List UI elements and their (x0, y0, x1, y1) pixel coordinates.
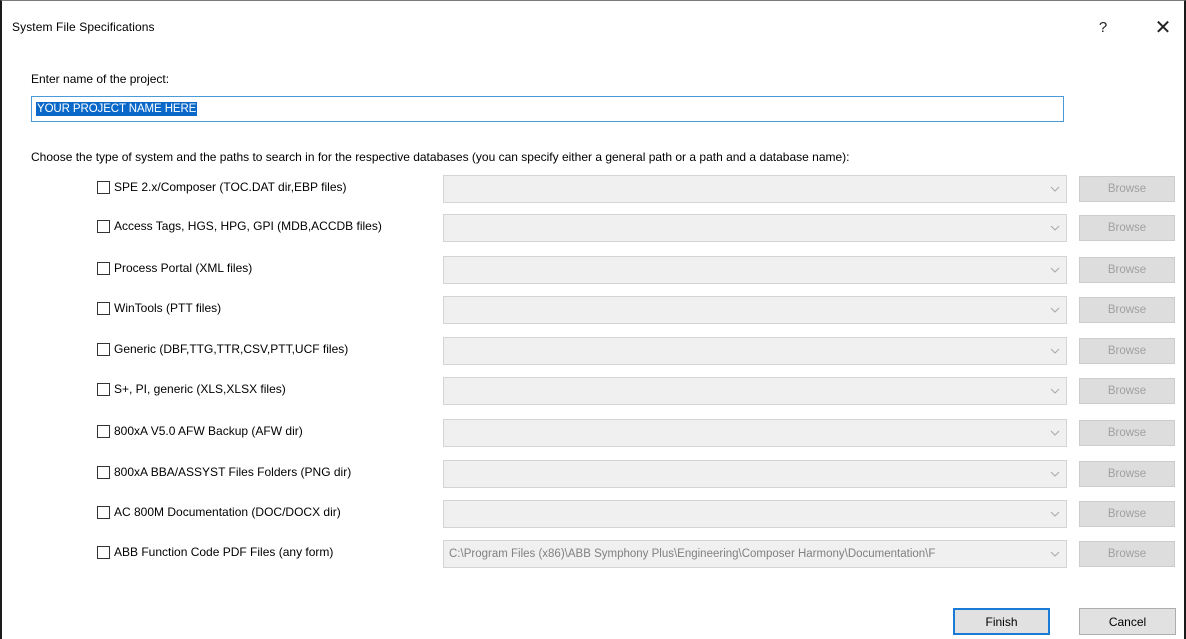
system-label: ABB Function Code PDF Files (any form) (114, 545, 334, 559)
close-icon: ✕ (1154, 16, 1172, 39)
path-combobox[interactable] (443, 296, 1067, 324)
browse-button[interactable]: Browse (1079, 501, 1175, 527)
system-row: 800xA BBA/ASSYST Files Folders (PNG dir)… (2, 460, 1186, 488)
cancel-button[interactable]: Cancel (1079, 608, 1176, 635)
chevron-down-icon[interactable] (1044, 297, 1066, 323)
help-icon: ? (1098, 18, 1108, 36)
system-row: ABB Function Code PDF Files (any form) C… (2, 540, 1186, 568)
system-checkbox[interactable]: Access Tags, HGS, HPG, GPI (MDB,ACCDB fi… (97, 219, 382, 233)
system-row: AC 800M Documentation (DOC/DOCX dir) Bro… (2, 500, 1186, 528)
checkbox-box[interactable] (97, 424, 110, 438)
browse-button[interactable]: Browse (1079, 297, 1175, 323)
path-combobox[interactable] (443, 500, 1067, 528)
system-row: S+, PI, generic (XLS,XLSX files) Browse (2, 377, 1186, 405)
checkbox-box[interactable] (97, 545, 110, 559)
system-checkbox[interactable]: SPE 2.x/Composer (TOC.DAT dir,EBP files) (97, 180, 347, 194)
path-combobox[interactable] (443, 214, 1067, 242)
chevron-down-icon[interactable] (1044, 176, 1066, 202)
project-name-label: Enter name of the project: (31, 72, 170, 86)
browse-button[interactable]: Browse (1079, 338, 1175, 364)
system-label: WinTools (PTT files) (114, 301, 222, 315)
browse-button[interactable]: Browse (1079, 215, 1175, 241)
system-row: 800xA V5.0 AFW Backup (AFW dir) Browse (2, 419, 1186, 447)
path-combobox[interactable] (443, 460, 1067, 488)
browse-button[interactable]: Browse (1079, 257, 1175, 283)
chevron-down-icon[interactable] (1044, 461, 1066, 487)
system-row: Generic (DBF,TTG,TTR,CSV,PTT,UCF files) … (2, 337, 1186, 365)
system-checkbox[interactable]: Process Portal (XML files) (97, 261, 252, 275)
system-checkbox[interactable]: Generic (DBF,TTG,TTR,CSV,PTT,UCF files) (97, 342, 348, 356)
checkbox-box[interactable] (97, 382, 110, 396)
path-combobox[interactable] (443, 337, 1067, 365)
chevron-down-icon[interactable] (1044, 378, 1066, 404)
path-combobox[interactable] (443, 377, 1067, 405)
path-combobox[interactable]: C:\Program Files (x86)\ABB Symphony Plus… (443, 540, 1067, 568)
chevron-down-icon[interactable] (1044, 257, 1066, 283)
system-checkbox[interactable]: 800xA BBA/ASSYST Files Folders (PNG dir) (97, 465, 351, 479)
system-checkbox[interactable]: AC 800M Documentation (DOC/DOCX dir) (97, 505, 341, 519)
system-label: SPE 2.x/Composer (TOC.DAT dir,EBP files) (114, 180, 347, 194)
path-combobox[interactable] (443, 175, 1067, 203)
chevron-down-icon[interactable] (1044, 420, 1066, 446)
path-combobox[interactable] (443, 256, 1067, 284)
chevron-down-icon[interactable] (1044, 541, 1066, 567)
system-label: Generic (DBF,TTG,TTR,CSV,PTT,UCF files) (114, 342, 349, 356)
browse-button[interactable]: Browse (1079, 420, 1175, 446)
system-checkbox[interactable]: 800xA V5.0 AFW Backup (AFW dir) (97, 424, 303, 438)
system-label: S+, PI, generic (XLS,XLSX files) (114, 382, 286, 396)
system-label: Process Portal (XML files) (114, 261, 253, 275)
checkbox-box[interactable] (97, 301, 110, 315)
path-combobox[interactable] (443, 419, 1067, 447)
system-row: WinTools (PTT files) Browse (2, 296, 1186, 324)
project-name-value: YOUR PROJECT NAME HERE (36, 102, 198, 116)
system-label: AC 800M Documentation (DOC/DOCX dir) (114, 505, 341, 519)
path-value: C:\Program Files (x86)\ABB Symphony Plus… (449, 548, 936, 560)
checkbox-box[interactable] (97, 261, 110, 275)
browse-button[interactable]: Browse (1079, 378, 1175, 404)
system-label: 800xA BBA/ASSYST Files Folders (PNG dir) (114, 465, 352, 479)
title-bar: System File Specifications ? ✕ (2, 1, 1184, 49)
chevron-down-icon[interactable] (1044, 501, 1066, 527)
checkbox-box[interactable] (97, 505, 110, 519)
system-row: SPE 2.x/Composer (TOC.DAT dir,EBP files)… (2, 175, 1186, 203)
system-checkbox[interactable]: WinTools (PTT files) (97, 301, 221, 315)
checkbox-box[interactable] (97, 219, 110, 233)
finish-button[interactable]: Finish (953, 608, 1050, 635)
chevron-down-icon[interactable] (1044, 338, 1066, 364)
help-button[interactable]: ? (1088, 12, 1118, 42)
system-checkbox[interactable]: S+, PI, generic (XLS,XLSX files) (97, 382, 286, 396)
chevron-down-icon[interactable] (1044, 215, 1066, 241)
browse-button[interactable]: Browse (1079, 461, 1175, 487)
system-row: Process Portal (XML files) Browse (2, 256, 1186, 284)
checkbox-box[interactable] (97, 180, 110, 194)
close-button[interactable]: ✕ (1148, 12, 1178, 42)
browse-button[interactable]: Browse (1079, 176, 1175, 202)
system-label: Access Tags, HGS, HPG, GPI (MDB,ACCDB fi… (114, 219, 382, 233)
system-checkbox[interactable]: ABB Function Code PDF Files (any form) (97, 545, 333, 559)
system-label: 800xA V5.0 AFW Backup (AFW dir) (114, 424, 303, 438)
system-row: Access Tags, HGS, HPG, GPI (MDB,ACCDB fi… (2, 214, 1186, 242)
project-name-input[interactable]: YOUR PROJECT NAME HERE (31, 96, 1064, 122)
checkbox-box[interactable] (97, 465, 110, 479)
instruction-text: Choose the type of system and the paths … (31, 150, 850, 164)
browse-button[interactable]: Browse (1079, 541, 1175, 567)
system-file-specifications-dialog: System File Specifications ? ✕ Enter nam… (0, 0, 1186, 639)
checkbox-box[interactable] (97, 342, 110, 356)
dialog-title: System File Specifications (12, 20, 155, 34)
